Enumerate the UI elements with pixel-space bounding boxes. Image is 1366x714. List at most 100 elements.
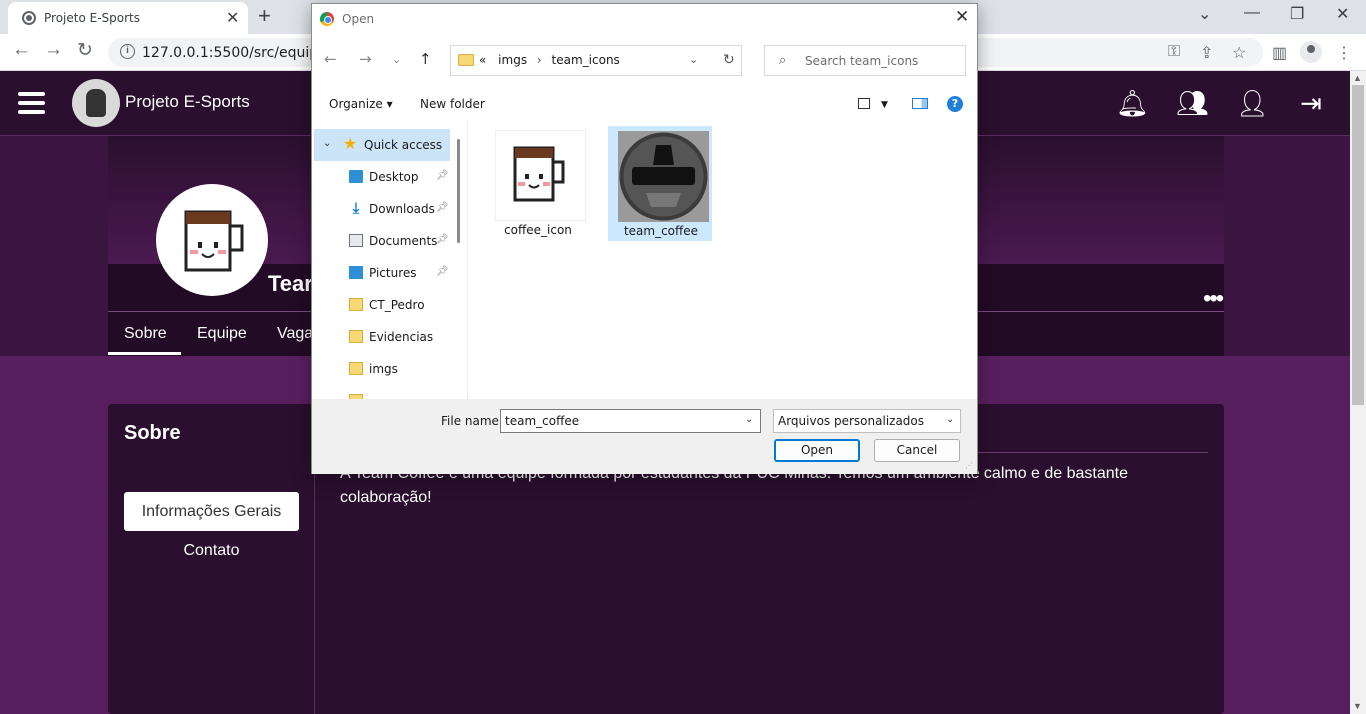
chevron-down-icon[interactable]: ⌄	[689, 53, 698, 66]
key-icon[interactable]: ⚿	[1168, 43, 1180, 61]
navigation-pane: ⌄ ★ Quick access Desktop 📌︎ ⤓ Downloads …	[312, 119, 466, 399]
globe-icon	[22, 11, 36, 25]
cancel-button[interactable]: Cancel	[874, 439, 960, 462]
nav-item-label: CT_Pedro	[369, 298, 425, 312]
share-icon[interactable]: ⇪	[1200, 43, 1213, 63]
chrome-menu-icon[interactable]: ⋮	[1336, 43, 1352, 63]
search-placeholder: Search team_icons	[805, 54, 919, 68]
contact-button[interactable]: Contato	[124, 542, 299, 560]
scroll-up-icon[interactable]: ▲	[1353, 73, 1362, 83]
user-icon[interactable]: 👤︎	[1236, 88, 1269, 118]
site-logo[interactable]	[72, 79, 120, 127]
tab-close-icon[interactable]: ✕	[226, 8, 239, 28]
documents-icon	[349, 234, 363, 247]
nav-item-label: imgs	[369, 362, 398, 376]
reload-icon[interactable]: ↻	[77, 39, 93, 62]
back-icon[interactable]: ←	[324, 50, 337, 68]
star-icon: ★	[343, 134, 358, 153]
chevron-down-icon[interactable]: ⌄	[745, 414, 753, 425]
tab-equipe[interactable]: Equipe	[197, 325, 247, 343]
breadcrumb-overflow[interactable]: «	[479, 53, 486, 67]
nav-item-label: Pictures	[369, 266, 417, 280]
dialog-search-input[interactable]: ⌕ Search team_icons	[764, 45, 966, 76]
nav-pane-scrollbar[interactable]	[455, 119, 464, 399]
download-icon: ⤓	[352, 199, 360, 217]
dialog-close-icon[interactable]: ✕	[955, 7, 969, 27]
back-icon[interactable]: ←	[12, 39, 31, 61]
nav-item-ct-pedro[interactable]: CT_Pedro	[312, 289, 452, 321]
scrollbar-thumb[interactable]	[1352, 85, 1364, 405]
window-close-button[interactable]: ✕	[1336, 4, 1349, 24]
profile-avatar-icon[interactable]	[1300, 41, 1322, 63]
dialog-nav-row: ← → ⌄ ↑ « imgs › team_icons ⌄ ↻ ⌕ Search…	[312, 44, 977, 78]
nav-item-imgs[interactable]: imgs	[312, 353, 452, 385]
forward-icon[interactable]: →	[44, 39, 63, 61]
nav-item-evidencias[interactable]: Evidencias	[312, 321, 452, 353]
logout-icon[interactable]: ⇥	[1296, 88, 1326, 118]
folder-icon	[349, 298, 363, 311]
chevron-down-icon[interactable]: ⌄	[946, 414, 954, 425]
file-type-select[interactable]: Arquivos personalizados ⌄	[773, 409, 961, 433]
open-button[interactable]: Open	[774, 439, 860, 462]
tab-search-icon[interactable]: ⌄	[1198, 4, 1211, 24]
breadcrumb-imgs[interactable]: imgs	[498, 53, 527, 67]
tab-title: Projeto E-Sports	[44, 11, 140, 25]
pictures-icon	[349, 266, 363, 279]
browser-tab[interactable]: Projeto E-Sports ✕	[8, 2, 248, 34]
file-item-coffee-icon[interactable]: coffee_icon	[486, 126, 590, 241]
resize-grip-icon[interactable]: ⋰	[965, 461, 973, 470]
hamburger-menu-icon[interactable]	[18, 92, 45, 114]
restore-button[interactable]: ❐	[1290, 4, 1304, 24]
new-folder-button[interactable]: New folder	[420, 97, 485, 111]
site-info-icon[interactable]: i	[120, 44, 135, 59]
nav-item-partial[interactable]	[312, 385, 452, 399]
side-panel-icon[interactable]: ▥	[1272, 43, 1287, 63]
scrollbar-thumb[interactable]	[457, 139, 460, 243]
file-item-team-coffee[interactable]: team_coffee	[608, 126, 712, 241]
view-options-icon[interactable]	[858, 98, 870, 109]
refresh-icon[interactable]: ↻	[723, 52, 735, 68]
army-logo-thumbnail	[618, 131, 709, 222]
up-folder-icon[interactable]: ↑	[419, 50, 432, 68]
nav-item-label: Quick access	[364, 138, 443, 152]
preview-pane-icon[interactable]	[912, 98, 928, 109]
view-dropdown-icon[interactable]: ▼	[881, 100, 888, 110]
team-avatar[interactable]	[156, 184, 268, 296]
bookmark-star-icon[interactable]: ☆	[1232, 43, 1246, 63]
minimize-button[interactable]: —	[1244, 4, 1260, 22]
file-list: coffee_icon team_coffee	[468, 119, 977, 399]
pin-icon: 📌︎	[436, 234, 449, 245]
chevron-right-icon: ›	[536, 53, 542, 67]
active-tab-indicator	[108, 352, 181, 355]
file-name-label: File name:	[441, 414, 503, 428]
folder-icon	[458, 54, 474, 66]
forward-icon[interactable]: →	[359, 50, 372, 68]
help-icon[interactable]: ?	[947, 96, 963, 112]
bell-icon[interactable]: 🔔︎	[1116, 88, 1149, 118]
site-title[interactable]: Projeto E-Sports	[125, 92, 250, 112]
tab-sobre[interactable]: Sobre	[124, 325, 167, 343]
users-icon[interactable]: 👥︎	[1176, 88, 1209, 118]
dialog-footer: File name: team_coffee ⌄ Arquivos person…	[312, 399, 977, 474]
general-info-button[interactable]: Informações Gerais	[124, 492, 299, 531]
nav-item-downloads[interactable]: ⤓ Downloads 📌︎	[312, 193, 452, 225]
breadcrumb-team-icons[interactable]: team_icons	[552, 53, 620, 67]
more-options-icon[interactable]: •••	[1203, 285, 1224, 313]
organize-menu[interactable]: Organize ▾	[329, 97, 393, 111]
recent-locations-icon[interactable]: ⌄	[392, 53, 401, 66]
nav-item-quick-access[interactable]: ⌄ ★ Quick access	[314, 129, 450, 161]
page-scrollbar[interactable]: ▲ ▼	[1350, 71, 1366, 714]
nav-item-pictures[interactable]: Pictures 📌︎	[312, 257, 452, 289]
scroll-down-icon[interactable]: ▼	[1353, 701, 1362, 711]
chevron-down-icon[interactable]: ⌄	[323, 138, 331, 149]
tab-vagas[interactable]: Vaga	[277, 325, 313, 343]
nav-item-documents[interactable]: Documents 📌︎	[312, 225, 452, 257]
dialog-address-bar[interactable]: « imgs › team_icons ⌄ ↻	[450, 45, 742, 76]
new-tab-button[interactable]: +	[258, 3, 271, 29]
folder-icon	[349, 362, 363, 375]
nav-item-desktop[interactable]: Desktop 📌︎	[312, 161, 452, 193]
file-name-input[interactable]: team_coffee ⌄	[500, 409, 761, 433]
search-icon: ⌕	[779, 53, 787, 68]
desktop-icon	[349, 170, 363, 183]
coffee-mug-thumbnail	[494, 129, 587, 222]
